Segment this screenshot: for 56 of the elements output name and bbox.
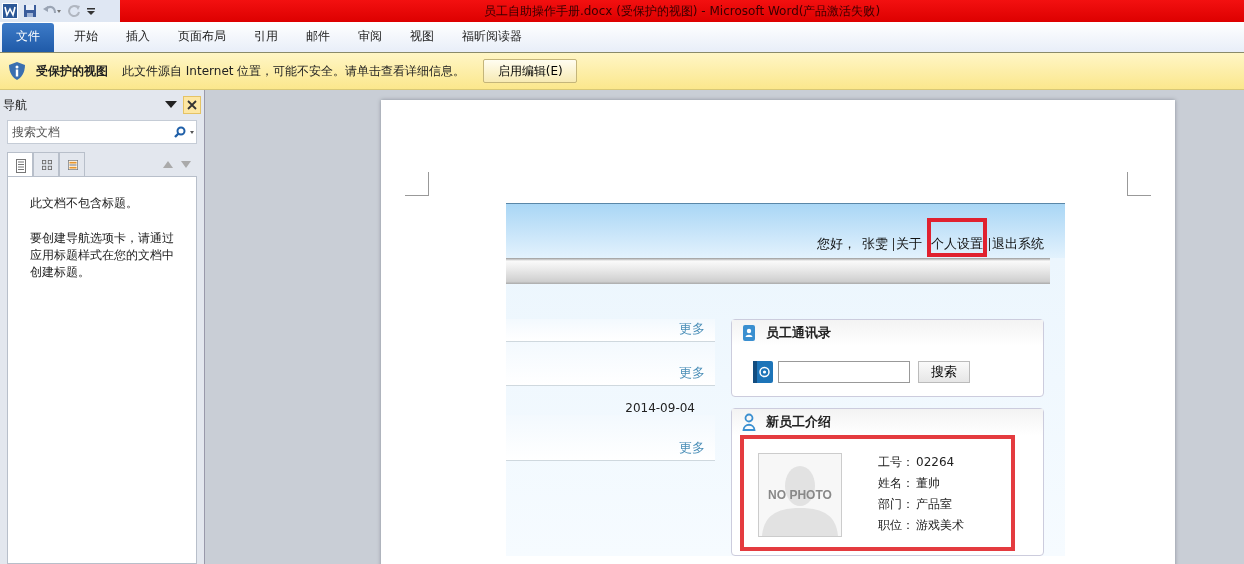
pane-message: 此文档不包含标题。 bbox=[30, 195, 139, 212]
field-label: 姓名： bbox=[878, 475, 914, 492]
greeting-text: 您好， bbox=[817, 235, 856, 253]
directory-search-field[interactable] bbox=[778, 361, 910, 383]
date-text: 2014-09-04 bbox=[625, 401, 695, 415]
word-logo-icon[interactable] bbox=[2, 3, 18, 19]
header-link[interactable]: 退出系统 bbox=[992, 236, 1044, 251]
protected-view-title: 受保护的视图 bbox=[36, 62, 108, 80]
search-button[interactable]: 搜索 bbox=[918, 361, 970, 383]
ribbon-tab[interactable]: 福昕阅读器 bbox=[462, 23, 522, 52]
thumbnails-icon bbox=[42, 158, 52, 171]
email-book-icon bbox=[752, 360, 774, 384]
results-list-icon bbox=[68, 157, 78, 172]
ribbon-tab[interactable]: 插入 bbox=[126, 23, 150, 52]
navigation-tab[interactable] bbox=[33, 152, 59, 176]
header-link[interactable]: 关于 bbox=[896, 236, 922, 251]
ribbon-tab[interactable]: 页面布局 bbox=[178, 23, 226, 52]
search-icon[interactable] bbox=[173, 126, 195, 138]
ribbon-tab[interactable]: 文件 bbox=[2, 23, 54, 52]
ribbon-tab[interactable]: 开始 bbox=[74, 23, 98, 52]
more-link[interactable]: 更多 bbox=[679, 439, 705, 457]
save-icon[interactable] bbox=[22, 3, 38, 19]
field-label: 部门： bbox=[878, 496, 914, 513]
ribbon-tab[interactable]: 审阅 bbox=[358, 23, 382, 52]
field-value: 02264 bbox=[916, 454, 955, 471]
no-photo-text: NO PHOTO bbox=[768, 488, 832, 502]
field-value: 董帅 bbox=[916, 475, 940, 492]
pane-title: 导航 bbox=[3, 96, 28, 114]
more-link[interactable]: 更多 bbox=[679, 364, 705, 382]
enable-editing-button[interactable]: 启用编辑(E) bbox=[483, 59, 578, 83]
navigation-tab[interactable] bbox=[59, 152, 85, 176]
panel-title: 员工通讯录 bbox=[766, 324, 831, 342]
ribbon-tab[interactable]: 邮件 bbox=[306, 23, 330, 52]
window-title: 员工自助操作手册.docx (受保护的视图) - Microsoft Word(产品激活失败) bbox=[483, 2, 881, 20]
pane-menu-caret-icon[interactable] bbox=[165, 101, 177, 109]
user-name: 张雯 bbox=[862, 235, 888, 253]
shield-info-icon bbox=[8, 61, 26, 81]
ribbon-tab[interactable]: 引用 bbox=[254, 23, 278, 52]
search-field[interactable]: 搜索文档 bbox=[7, 120, 197, 144]
panel-title: 新员工介绍 bbox=[766, 413, 831, 431]
document-icon bbox=[16, 158, 26, 173]
more-link[interactable]: 更多 bbox=[679, 320, 705, 338]
close-icon bbox=[187, 100, 197, 110]
person-icon bbox=[742, 413, 756, 431]
field-value: 游戏美术 bbox=[916, 517, 964, 534]
field-label: 职位： bbox=[878, 517, 914, 534]
margin-mark bbox=[1127, 172, 1151, 196]
field-label: 工号： bbox=[878, 454, 914, 471]
ribbon-tab[interactable]: 视图 bbox=[410, 23, 434, 52]
protected-view-message: 此文件源自 Internet 位置，可能不安全。请单击查看详细信息。 bbox=[122, 62, 466, 80]
navigation-tab[interactable] bbox=[7, 152, 33, 178]
margin-mark bbox=[405, 172, 429, 196]
pane-message: 要创建导航选项卡，请通过应用标题样式在您的文档中创建标题。 bbox=[30, 230, 175, 281]
close-button[interactable] bbox=[183, 96, 201, 114]
address-book-icon bbox=[742, 324, 756, 342]
field-value: 产品室 bbox=[916, 496, 952, 513]
